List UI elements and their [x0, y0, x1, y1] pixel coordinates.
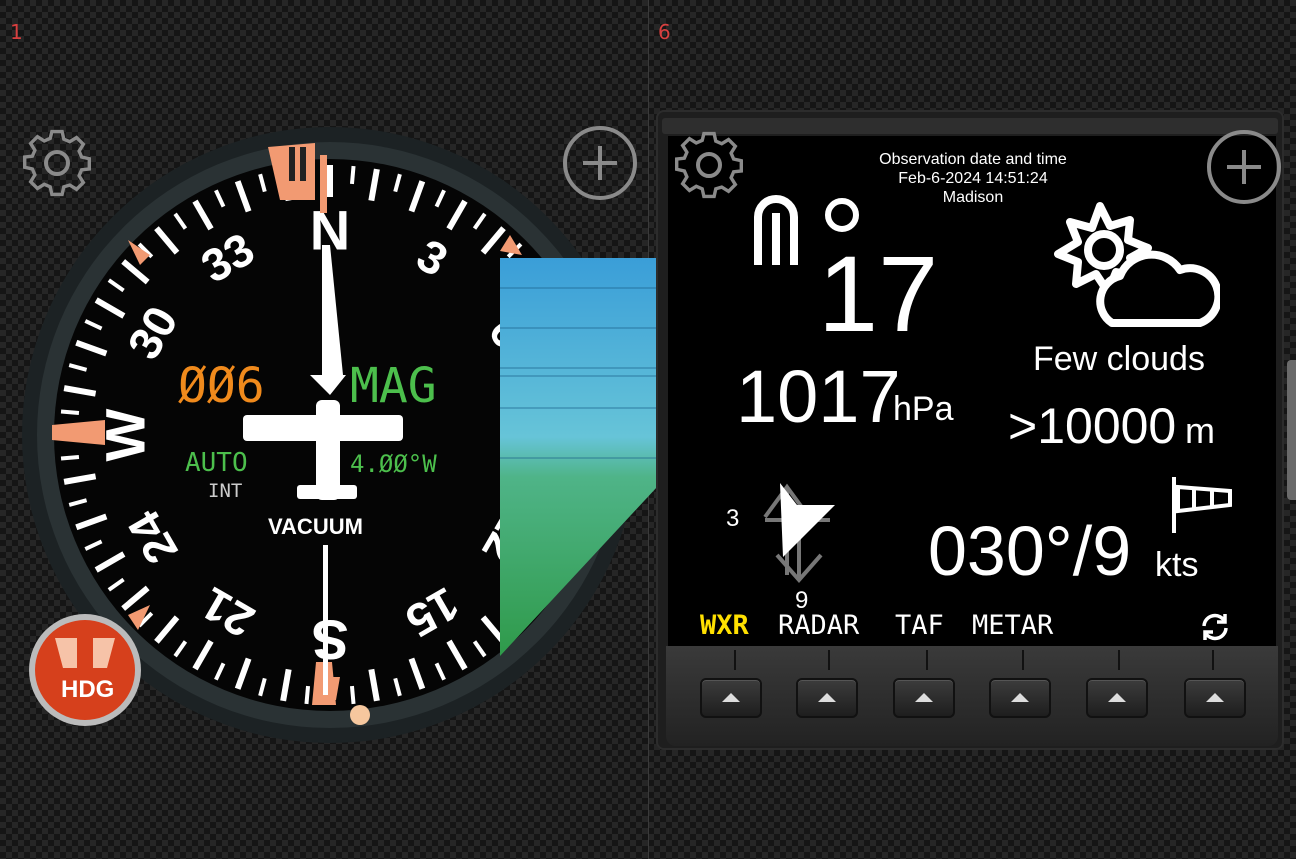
softkey-separator [828, 650, 830, 670]
condition-text: Few clouds [1033, 340, 1205, 378]
gear-icon [18, 129, 96, 206]
tab-radar[interactable]: RADAR [778, 610, 859, 641]
variation-label: 4.ØØ°W [350, 450, 437, 478]
obs-datetime: Feb-6-2024 14:51:24 [898, 170, 1048, 187]
windsock-icon [1168, 473, 1238, 535]
side-drawer-handle[interactable] [1287, 360, 1296, 500]
visibility-unit: m [1185, 410, 1215, 451]
refresh-button[interactable] [1198, 610, 1232, 644]
softkey-2[interactable] [796, 678, 858, 718]
tab-wxr[interactable]: WXR [700, 610, 749, 641]
hdg-button[interactable]: HDG [25, 610, 145, 730]
obs-label: Observation date and time [879, 151, 1067, 168]
device-top-bar [662, 118, 1278, 134]
softkey-separator [1022, 650, 1024, 670]
settings-button[interactable] [18, 124, 96, 202]
plus-icon [561, 126, 639, 206]
compass-tick [349, 165, 356, 185]
compass-tick [349, 685, 356, 705]
softkey-3[interactable] [893, 678, 955, 718]
softkey-separator [926, 650, 928, 670]
tab-metar[interactable]: METAR [972, 610, 1053, 641]
wind-value: 030°/9 [928, 512, 1132, 590]
wind-unit: kts [1155, 546, 1199, 584]
source-mode-label: AUTO [185, 448, 248, 478]
temperature-value: 17 [818, 233, 939, 354]
compass-tick [60, 454, 80, 461]
pressure-value: 1017 [736, 355, 901, 438]
sun-cloud-icon [1050, 198, 1223, 333]
runway-wind-diagram [735, 475, 855, 590]
device-settings-button[interactable] [670, 126, 748, 204]
add-button[interactable] [561, 124, 639, 202]
gear-icon [670, 131, 748, 208]
mode-label: MAG [350, 358, 437, 414]
compass-tick [60, 409, 80, 416]
softkey-separator [734, 650, 736, 670]
softkey-4[interactable] [989, 678, 1051, 718]
panel-number: 6 [658, 20, 671, 44]
softkey-6[interactable] [1184, 678, 1246, 718]
softkey-separator [1212, 650, 1214, 670]
panel-number: 1 [10, 20, 23, 44]
device-add-button[interactable] [1205, 128, 1283, 206]
softkey-5[interactable] [1086, 678, 1148, 718]
runway-label-top: 3 [726, 505, 740, 532]
source-sub-label: INT [208, 480, 243, 502]
tab-taf[interactable]: TAF [895, 610, 944, 641]
softkey-1[interactable] [700, 678, 762, 718]
visibility-value: >10000 [1008, 398, 1177, 454]
softkey-separator [1118, 650, 1120, 670]
hdg-button-label: HDG [61, 676, 115, 703]
compass-tick [304, 685, 311, 705]
knob-dot [350, 705, 370, 725]
pressure-unit: hPa [893, 390, 954, 428]
heading-readout: ØØ6 [178, 358, 265, 414]
power-source-label: VACUUM [268, 514, 363, 539]
